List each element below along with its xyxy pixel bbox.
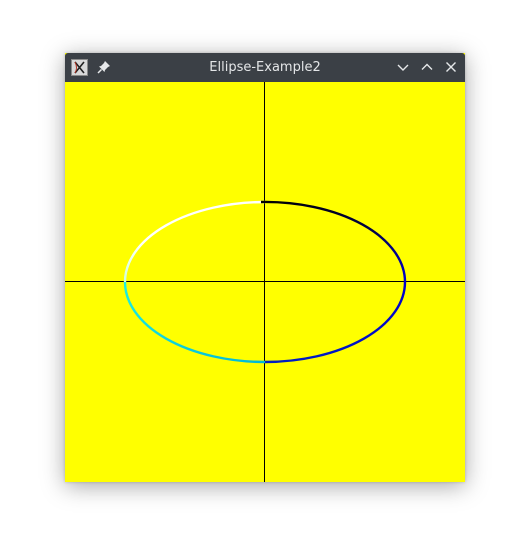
ellipse-arc-top-left [123, 200, 266, 283]
chevron-down-icon [397, 64, 409, 71]
ellipse-arc-bottom-left [123, 281, 266, 364]
ellipse-arc-top-right [260, 200, 407, 283]
minimize-button[interactable] [395, 59, 411, 75]
pin-icon[interactable] [96, 59, 112, 75]
title-bar[interactable]: Ellipse-Example2 [65, 53, 465, 82]
close-icon [446, 62, 456, 72]
close-button[interactable] [443, 59, 459, 75]
app-icon[interactable] [71, 59, 88, 76]
maximize-button[interactable] [419, 59, 435, 75]
app-window: Ellipse-Example2 [65, 53, 465, 482]
drawing-canvas[interactable] [65, 82, 465, 482]
ellipse-arc-bottom-right [264, 281, 407, 364]
chevron-up-icon [421, 63, 433, 70]
window-title: Ellipse-Example2 [209, 60, 321, 75]
